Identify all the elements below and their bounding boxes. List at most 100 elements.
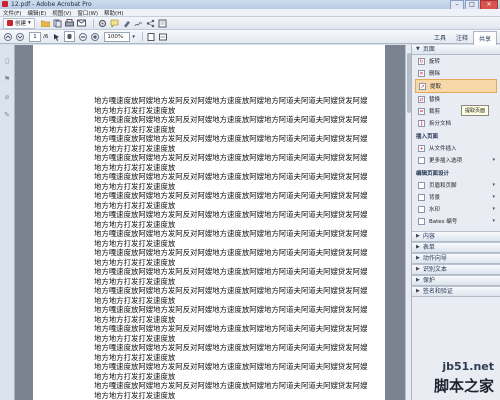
watermark-brand: 脚本之家	[433, 377, 494, 395]
collapsed-arrow-icon: ▶	[416, 255, 420, 261]
text-line: 地方地方打发打发速度放	[94, 390, 176, 400]
menu-bar: 文件(F) 编辑(E) 视图(V) 窗口(W) 帮助(H)	[0, 9, 500, 17]
page-thumbnails-icon[interactable]: ▯	[3, 57, 11, 65]
menu-help[interactable]: 帮助(H)	[104, 9, 123, 17]
content-section-header[interactable]: ▶ 内容	[412, 231, 500, 242]
create-button[interactable]: 创建 ▾	[3, 17, 35, 29]
select-tool-icon[interactable]	[52, 32, 61, 41]
page-text: 地方嘎速度放阿嫂地方发阿反对阿嫂地方速度放阿嫂地方阿道夫阿道夫阿嫂贷发阿嫂 地方地…	[94, 96, 379, 400]
text-line: 地方嘎速度放阿嫂地方发阿反对阿嫂地方速度放阿嫂地方阿道夫阿道夫阿嫂贷发阿嫂	[94, 96, 368, 105]
highlight-icon[interactable]	[122, 19, 131, 28]
text-line: 地方地方打发打发速度放	[94, 162, 176, 172]
collapsed-arrow-icon: ▶	[416, 233, 420, 239]
zoom-level-field[interactable]: 100%	[104, 31, 131, 42]
zoom-in-icon[interactable]	[90, 32, 99, 41]
menu-edit[interactable]: 编辑(E)	[27, 9, 46, 17]
text-line: 地方嘎速度放阿嫂地方发阿反对阿嫂地方速度放阿嫂地方阿道夫阿道夫阿嫂贷发阿嫂	[94, 248, 368, 257]
tools-panel: ▼ 页面 ↻ 旋转 ✕ 删除 ↗ 提取 ⇄ 替换 ⌗ 裁剪 ⫿ 拆分文档 插入页面 + 从文件…	[411, 45, 500, 400]
more-insert-options-dropdown[interactable]: 更多插入选项 ▾	[412, 154, 500, 166]
text-line: 地方地方打发打发速度放	[94, 295, 176, 305]
replace-pages-item[interactable]: ⇄ 替换	[412, 93, 500, 105]
comment-icon[interactable]	[110, 19, 119, 28]
pages-section-header[interactable]: ▼ 页面	[412, 45, 500, 55]
extract-pages-item[interactable]: ↗ 提取	[415, 79, 497, 93]
toolbar-divider	[92, 18, 94, 28]
text-line: 地方嘎速度放阿嫂地方发阿反对阿嫂地方速度放阿嫂地方阿道夫阿道夫阿嫂贷发阿嫂	[94, 172, 368, 181]
text-line: 地方地方打发打发速度放	[94, 124, 176, 134]
text-line: 地方嘎速度放阿嫂地方发阿反对阿嫂地方速度放阿嫂地方阿道夫阿道夫阿嫂贷发阿嫂	[94, 324, 368, 333]
settings-icon[interactable]	[98, 19, 107, 28]
text-line: 地方地方打发打发速度放	[94, 314, 176, 324]
form-icon[interactable]	[158, 19, 167, 28]
tab-share[interactable]: 共享	[472, 31, 497, 45]
attachments-icon[interactable]: ⌀	[3, 93, 11, 101]
rotate-icon: ↻	[418, 57, 425, 65]
previous-page-icon[interactable]	[3, 32, 12, 41]
watermark-icon	[418, 205, 425, 213]
split-icon: ⫿	[418, 119, 425, 127]
fit-width-icon[interactable]	[159, 32, 168, 41]
action-wizard-section-header[interactable]: ▶ 动作向导	[412, 253, 500, 264]
tab-tools[interactable]: 工具	[429, 31, 451, 45]
menu-view[interactable]: 视图(V)	[52, 9, 71, 17]
menu-file[interactable]: 文件(F)	[3, 9, 21, 17]
collapsed-arrow-icon: ▶	[416, 277, 420, 283]
text-line: 地方地方打发打发速度放	[94, 257, 176, 267]
pdf-page: 地方嘎速度放阿嫂地方发阿反对阿嫂地方速度放阿嫂地方阿道夫阿道夫阿嫂贷发阿嫂 地方地…	[33, 45, 385, 400]
watermark-dropdown[interactable]: 水印 ▾	[412, 203, 500, 215]
text-line: 地方嘎速度放阿嫂地方发阿反对阿嫂地方速度放阿嫂地方阿道夫阿道夫阿嫂贷发阿嫂	[94, 343, 368, 352]
combine-icon[interactable]	[53, 19, 62, 28]
print-icon[interactable]	[64, 18, 74, 28]
toolbar-divider	[141, 32, 143, 41]
zoom-out-icon[interactable]	[78, 32, 87, 41]
main-toolbar: 创建 ▾	[0, 17, 500, 30]
zoom-value: 100%	[107, 33, 124, 40]
share-icon[interactable]	[146, 19, 155, 28]
zoom-dropdown-icon[interactable]: ▾	[132, 34, 135, 40]
bates-numbering-dropdown[interactable]: Bates 编号 ▾	[412, 215, 500, 227]
site-watermark: jb51.net 脚本之家	[416, 360, 496, 396]
text-line: 地方地方打发打发速度放	[94, 333, 176, 343]
insert-pages-header: 插入页面	[416, 134, 439, 140]
text-line: 地方地方打发打发速度放	[94, 276, 176, 286]
delete-pages-item[interactable]: ✕ 删除	[412, 67, 500, 79]
signatures-icon[interactable]: ✎	[3, 111, 11, 119]
recognize-text-section-header[interactable]: ▶ 识别文本	[412, 264, 500, 275]
forms-section-header[interactable]: ▶ 表单	[412, 242, 500, 253]
create-pdf-icon	[7, 20, 13, 26]
sign-certify-section-header[interactable]: ▶ 签名和验证	[412, 286, 500, 297]
bookmarks-icon[interactable]: ⚑	[3, 75, 11, 83]
collapsed-arrow-icon: ▶	[416, 266, 420, 272]
background-dropdown[interactable]: 背景 ▾	[412, 191, 500, 203]
text-line: 地方地方打发打发速度放	[94, 219, 176, 229]
header-footer-dropdown[interactable]: 页眉和页脚 ▾	[412, 179, 500, 191]
open-folder-icon[interactable]	[40, 19, 50, 28]
extract-tooltip: 提取页面	[461, 105, 490, 116]
text-line: 地方嘎速度放阿嫂地方发阿反对阿嫂地方速度放阿嫂地方阿道夫阿道夫阿嫂贷发阿嫂	[94, 210, 368, 219]
navigation-toolbar: 1 /6 100% ▾	[0, 30, 500, 44]
email-icon[interactable]	[76, 19, 86, 28]
text-line: 地方地方打发打发速度放	[94, 181, 176, 191]
hand-tool-icon[interactable]	[64, 31, 76, 42]
document-viewport[interactable]: 地方嘎速度放阿嫂地方发阿反对阿嫂地方速度放阿嫂地方阿道夫阿道夫阿嫂贷发阿嫂 地方地…	[15, 45, 405, 400]
rotate-pages-item[interactable]: ↻ 旋转	[412, 55, 500, 67]
sign-icon[interactable]	[134, 19, 143, 28]
text-line: 地方嘎速度放阿嫂地方发阿反对阿嫂地方速度放阿嫂地方阿道夫阿道夫阿嫂贷发阿嫂	[94, 115, 368, 124]
collapsed-arrow-icon: ▶	[416, 244, 420, 250]
chevron-down-icon: ▾	[492, 182, 495, 188]
tab-comment[interactable]: 注释	[451, 31, 473, 45]
next-page-icon[interactable]	[15, 32, 24, 41]
insert-file-icon: +	[418, 144, 425, 152]
text-line: 地方嘎速度放阿嫂地方发阿反对阿嫂地方速度放阿嫂地方阿道夫阿道夫阿嫂贷发阿嫂	[94, 381, 368, 390]
protection-section-header[interactable]: ▶ 保护	[412, 275, 500, 286]
text-line: 地方嘎速度放阿嫂地方发阿反对阿嫂地方速度放阿嫂地方阿道夫阿道夫阿嫂贷发阿嫂	[94, 362, 368, 371]
menu-window[interactable]: 窗口(W)	[77, 9, 98, 17]
text-line: 地方地方打发打发速度放	[94, 238, 176, 248]
split-document-item[interactable]: ⫿ 拆分文档	[412, 117, 500, 129]
fit-page-icon[interactable]	[147, 32, 156, 41]
extract-icon: ↗	[419, 82, 426, 90]
text-line: 地方嘎速度放阿嫂地方发阿反对阿嫂地方速度放阿嫂地方阿道夫阿道夫阿嫂贷发阿嫂	[94, 267, 368, 276]
chevron-down-icon: ▾	[492, 194, 495, 200]
page-number-input[interactable]: 1	[29, 31, 41, 42]
insert-from-file-item[interactable]: + 从文件插入	[412, 142, 500, 154]
